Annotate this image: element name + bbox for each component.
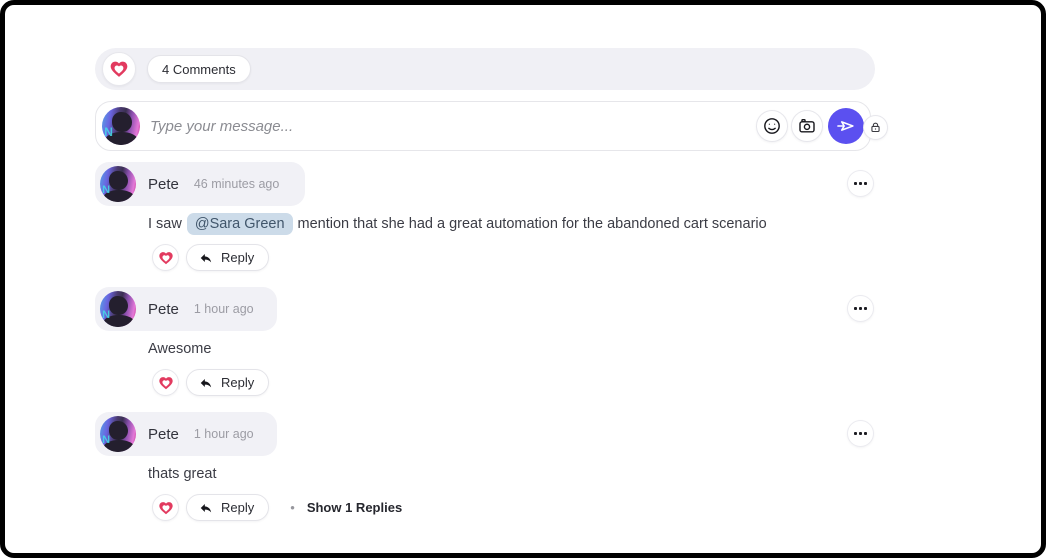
avatar-watermark: N <box>102 185 110 196</box>
comment-item: N Pete 1 hour ago Awesome Reply <box>95 287 885 412</box>
comment-author-name: Pete <box>148 176 179 193</box>
heart-icon <box>109 59 129 79</box>
comment-text: thats great <box>148 466 217 482</box>
comment-author-avatar: N <box>100 416 136 452</box>
avatar-watermark: N <box>102 435 110 446</box>
comment-author-avatar: N <box>100 166 136 202</box>
comment-author-name: Pete <box>148 426 179 443</box>
comment-text: I saw <box>148 216 182 232</box>
comment-menu-button[interactable] <box>847 170 874 197</box>
message-composer: N <box>95 101 871 151</box>
comment-header: N Pete 1 hour ago <box>95 412 277 456</box>
heart-icon <box>158 250 174 266</box>
reply-button[interactable]: Reply <box>186 244 269 271</box>
comments-summary-bar: 4 Comments <box>95 48 875 90</box>
reply-arrow-icon <box>199 251 213 265</box>
emoji-button[interactable] <box>756 110 788 142</box>
reply-arrow-icon <box>199 376 213 390</box>
comment-author-name: Pete <box>148 301 179 318</box>
send-icon <box>834 114 858 138</box>
emoji-icon <box>762 116 782 136</box>
comment-item: N Pete 46 minutes ago I saw @Sara Green me… <box>95 162 885 287</box>
comment-timestamp: 46 minutes ago <box>194 177 279 191</box>
comment-header: N Pete 46 minutes ago <box>95 162 305 206</box>
comment-body: Awesome <box>148 337 211 361</box>
reply-label: Reply <box>221 500 254 515</box>
avatar-watermark: N <box>104 126 113 138</box>
comment-text: Awesome <box>148 341 211 357</box>
comment-menu-button[interactable] <box>847 420 874 447</box>
avatar-watermark: N <box>102 310 110 321</box>
reply-button[interactable]: Reply <box>186 494 269 521</box>
current-user-avatar: N <box>102 107 140 145</box>
mention-chip[interactable]: @Sara Green <box>187 213 293 235</box>
separator-bullet: • <box>290 500 295 515</box>
comment-like-button[interactable] <box>152 494 179 521</box>
reply-arrow-icon <box>199 501 213 515</box>
comment-author-avatar: N <box>100 291 136 327</box>
comment-timestamp: 1 hour ago <box>194 302 254 316</box>
comment-item: N Pete 1 hour ago thats great Reply <box>95 412 885 537</box>
show-replies-button[interactable]: Show 1 Replies <box>307 500 402 515</box>
comment-text: mention that she had a great automation … <box>298 216 767 232</box>
reply-label: Reply <box>221 375 254 390</box>
composer-actions <box>756 108 864 144</box>
comment-actions: Reply • Show 1 Replies <box>152 494 402 521</box>
app-window: 4 Comments N <box>0 0 1046 558</box>
comment-body: thats great <box>148 462 217 486</box>
message-input[interactable] <box>150 118 756 135</box>
comment-header: N Pete 1 hour ago <box>95 287 277 331</box>
reply-label: Reply <box>221 250 254 265</box>
lock-icon <box>869 121 882 134</box>
comment-timestamp: 1 hour ago <box>194 427 254 441</box>
camera-button[interactable] <box>791 110 823 142</box>
comments-count-button[interactable]: 4 Comments <box>147 55 251 83</box>
heart-icon <box>158 375 174 391</box>
comment-like-button[interactable] <box>152 369 179 396</box>
comment-actions: Reply <box>152 369 269 396</box>
reply-button[interactable]: Reply <box>186 369 269 396</box>
comment-body: I saw @Sara Green mention that she had a g… <box>148 212 767 236</box>
send-button[interactable] <box>828 108 864 144</box>
comment-menu-button[interactable] <box>847 295 874 322</box>
heart-icon <box>158 500 174 516</box>
like-button[interactable] <box>102 52 136 86</box>
comment-actions: Reply <box>152 244 269 271</box>
camera-icon <box>797 116 817 136</box>
privacy-lock-button[interactable] <box>863 115 888 140</box>
comment-like-button[interactable] <box>152 244 179 271</box>
